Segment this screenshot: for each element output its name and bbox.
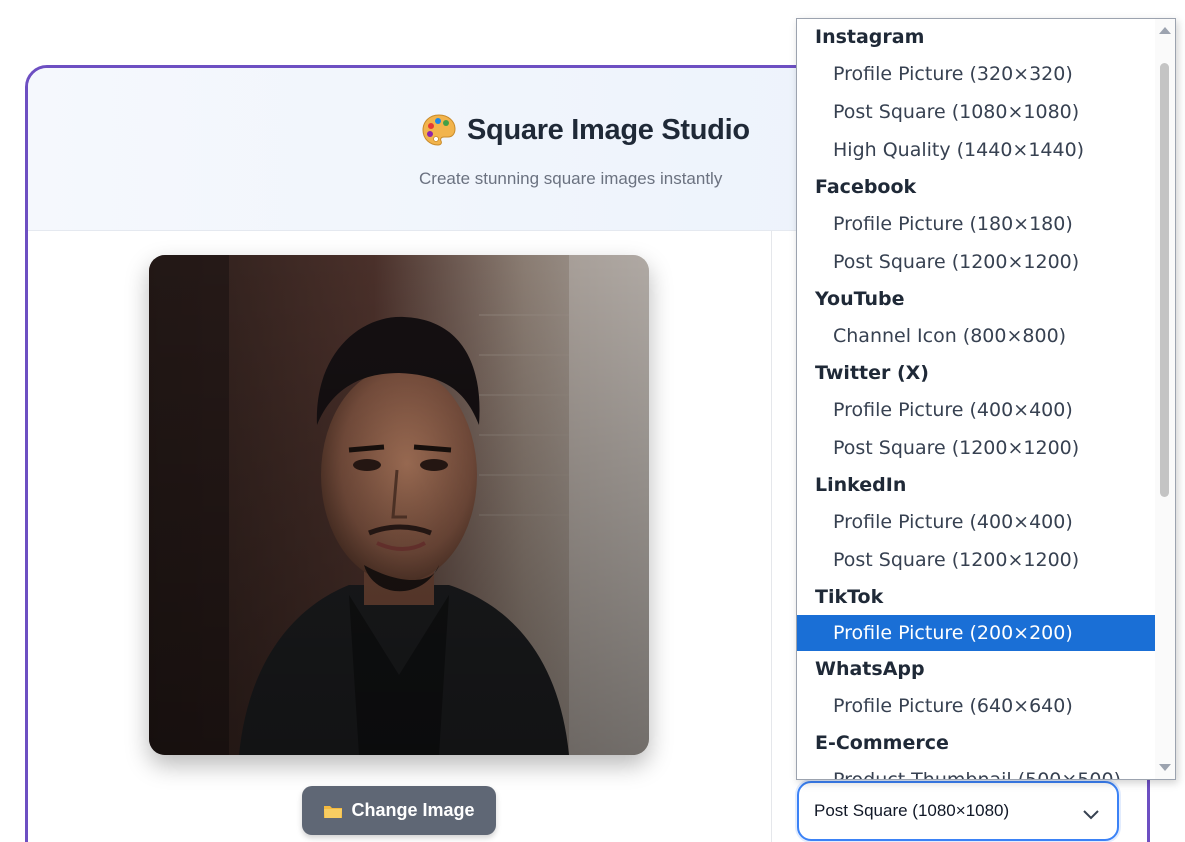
app-subtitle: Create stunning square images instantly [419, 169, 723, 188]
app-title: Square Image Studio [467, 113, 750, 146]
folder-icon [323, 803, 343, 819]
option-facebook-profile[interactable]: Profile Picture (180×180) [797, 205, 1157, 243]
option-twitter-post[interactable]: Post Square (1200×1200) [797, 429, 1157, 467]
group-label-whatsapp: WhatsApp [815, 658, 925, 680]
palette-icon [421, 112, 457, 148]
option-linkedin-profile[interactable]: Profile Picture (400×400) [797, 503, 1157, 541]
option-twitter-profile[interactable]: Profile Picture (400×400) [797, 391, 1157, 429]
group-label-ecommerce: E-Commerce [815, 732, 949, 754]
option-whatsapp-profile[interactable]: Profile Picture (640×640) [797, 687, 1157, 725]
option-ecommerce-thumbnail[interactable]: Product Thumbnail (500×500) [797, 761, 1157, 779]
size-select[interactable]: Post Square (1080×1080) [797, 781, 1119, 841]
title-row: Square Image Studio [421, 112, 750, 148]
group-label-tiktok: TikTok [815, 586, 884, 608]
change-image-button[interactable]: Change Image [302, 786, 496, 835]
option-linkedin-post[interactable]: Post Square (1200×1200) [797, 541, 1157, 579]
panel-divider [771, 231, 772, 842]
scroll-up-arrow-icon[interactable] [1159, 27, 1171, 34]
group-label-youtube: YouTube [815, 288, 905, 310]
option-instagram-hq[interactable]: High Quality (1440×1440) [797, 131, 1157, 169]
group-label-instagram: Instagram [815, 26, 925, 48]
scroll-thumb[interactable] [1160, 63, 1169, 497]
image-preview [149, 255, 649, 755]
option-instagram-post[interactable]: Post Square (1080×1080) [797, 93, 1157, 131]
group-label-twitter: Twitter (X) [815, 362, 929, 384]
option-tiktok-profile[interactable]: Profile Picture (200×200) [797, 615, 1157, 651]
size-select-value: Post Square (1080×1080) [814, 801, 1010, 820]
top-text-strip [20, 0, 780, 22]
change-image-label: Change Image [351, 800, 475, 820]
chevron-down-icon [1083, 805, 1099, 820]
group-label-linkedin: LinkedIn [815, 474, 907, 496]
dropdown-scrollbar[interactable] [1155, 19, 1175, 779]
option-instagram-profile[interactable]: Profile Picture (320×320) [797, 55, 1157, 93]
option-youtube-channel[interactable]: Channel Icon (800×800) [797, 317, 1157, 355]
group-label-facebook: Facebook [815, 176, 917, 198]
size-dropdown-list[interactable]: Instagram Profile Picture (320×320) Post… [796, 18, 1176, 780]
option-facebook-post[interactable]: Post Square (1200×1200) [797, 243, 1157, 281]
scroll-down-arrow-icon[interactable] [1159, 764, 1171, 771]
